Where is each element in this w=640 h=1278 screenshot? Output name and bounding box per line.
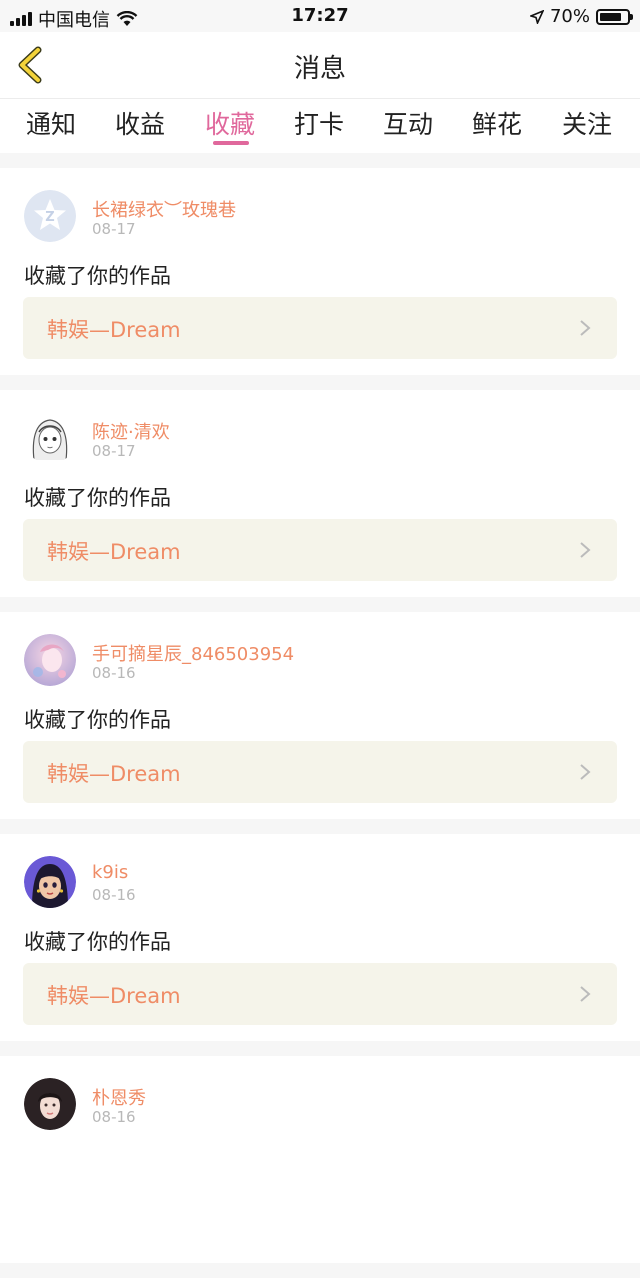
date: 08-17 <box>92 220 136 238</box>
tab-checkin[interactable]: 打卡 <box>284 105 354 141</box>
action-text: 收藏了你的作品 <box>24 264 171 288</box>
list-item: 手可摘星辰_846503954 08-16 收藏了你的作品 韩娱—Dream <box>0 612 640 819</box>
sketch-girl-avatar <box>24 412 76 464</box>
username[interactable]: 手可摘星辰_846503954 <box>92 640 294 666</box>
list-item: Z 长裙绿衣︶玫瑰巷 08-17 收藏了你的作品 韩娱—Dream <box>0 168 640 375</box>
avatar[interactable]: Z <box>24 190 76 242</box>
battery-percent: 70% <box>549 6 590 27</box>
chevron-right-icon <box>580 320 591 336</box>
list-item: k9is 08-16 收藏了你的作品 韩娱—Dream <box>0 834 640 1041</box>
date: 08-16 <box>92 1108 136 1126</box>
username[interactable]: k9is <box>92 862 128 883</box>
chevron-right-icon <box>580 986 591 1002</box>
navigation-bar: 消息 <box>0 32 640 98</box>
favorites-feed: Z 长裙绿衣︶玫瑰巷 08-17 收藏了你的作品 韩娱—Dream 陈迹·清欢 … <box>0 168 640 1278</box>
photo-avatar <box>24 1078 76 1130</box>
pink-anime-avatar <box>24 634 76 686</box>
date: 08-16 <box>92 664 136 682</box>
purple-cartoon-avatar <box>24 856 76 908</box>
active-tab-indicator <box>213 141 249 145</box>
list-item: 朴恩秀 08-16 <box>0 1056 640 1263</box>
avatar[interactable] <box>24 634 76 686</box>
tab-bar: 通知 收益 收藏 打卡 互动 鲜花 关注 <box>0 98 640 153</box>
work-title: 韩娱—Dream <box>47 540 181 564</box>
action-text: 收藏了你的作品 <box>24 708 171 732</box>
page-title: 消息 <box>293 54 346 84</box>
work-link[interactable]: 韩娱—Dream <box>23 297 617 359</box>
date: 08-16 <box>92 886 136 904</box>
list-item: 陈迹·清欢 08-17 收藏了你的作品 韩娱—Dream <box>0 390 640 597</box>
work-link[interactable]: 韩娱—Dream <box>23 519 617 581</box>
svg-text:Z: Z <box>45 210 54 225</box>
username[interactable]: 长裙绿衣︶玫瑰巷 <box>92 196 236 222</box>
work-link[interactable]: 韩娱—Dream <box>23 741 617 803</box>
tab-follows[interactable]: 关注 <box>552 105 622 141</box>
tab-notifications[interactable]: 通知 <box>16 105 86 141</box>
default-avatar-icon: Z <box>24 190 76 242</box>
tab-earnings[interactable]: 收益 <box>105 105 175 141</box>
date: 08-17 <box>92 442 136 460</box>
action-text: 收藏了你的作品 <box>24 930 171 954</box>
work-link[interactable]: 韩娱—Dream <box>23 963 617 1025</box>
tab-favorites[interactable]: 收藏 <box>195 105 265 141</box>
avatar[interactable] <box>24 412 76 464</box>
chevron-right-icon <box>580 764 591 780</box>
tab-flowers[interactable]: 鲜花 <box>462 105 532 141</box>
work-title: 韩娱—Dream <box>47 762 181 786</box>
location-arrow-icon <box>529 9 544 24</box>
tab-interactions[interactable]: 互动 <box>373 105 443 141</box>
work-title: 韩娱—Dream <box>47 984 181 1008</box>
avatar[interactable] <box>24 1078 76 1130</box>
battery-icon <box>596 8 633 25</box>
username[interactable]: 朴恩秀 <box>92 1084 146 1110</box>
username[interactable]: 陈迹·清欢 <box>92 418 170 444</box>
chevron-right-icon <box>580 542 591 558</box>
action-text: 收藏了你的作品 <box>24 486 171 510</box>
work-title: 韩娱—Dream <box>47 318 181 342</box>
avatar[interactable] <box>24 856 76 908</box>
status-bar: 中国电信 17:27 70% <box>0 0 640 32</box>
